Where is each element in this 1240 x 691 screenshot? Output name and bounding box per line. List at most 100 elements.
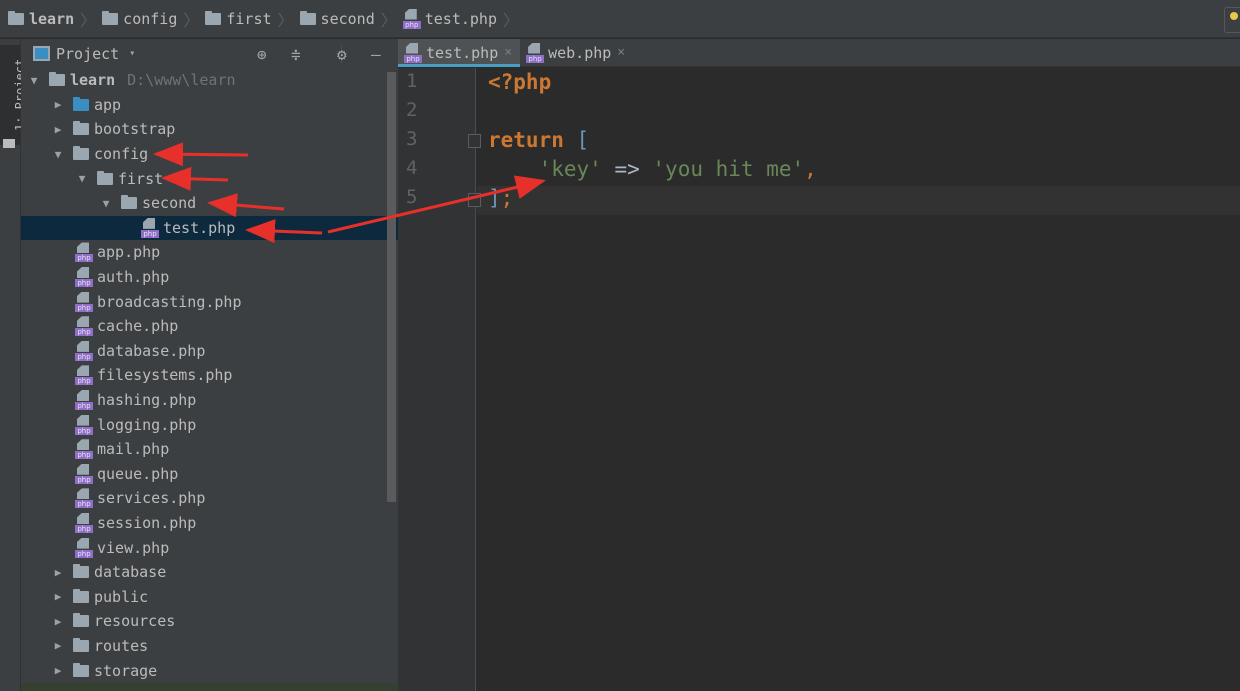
locate-file-icon[interactable]: ⊕ bbox=[257, 45, 267, 64]
expanded-arrow-icon[interactable]: ▼ bbox=[27, 74, 41, 87]
line-number: 5 bbox=[406, 186, 418, 208]
tree-item-database-php[interactable]: php database.php bbox=[21, 339, 398, 364]
breadcrumb-first[interactable]: first 〉 bbox=[205, 7, 299, 31]
tree-item-label: learn bbox=[70, 71, 116, 90]
project-panel: Project ▾ ⊕ ≑ ⚙ — ▼ learn D:\www\learn ▶ app… bbox=[21, 39, 398, 691]
tree-item-database[interactable]: ▶ database bbox=[21, 560, 398, 585]
php-file-icon: php bbox=[75, 537, 93, 558]
tree-item-broadcasting-php[interactable]: php broadcasting.php bbox=[21, 289, 398, 314]
expanded-arrow-icon[interactable]: ▼ bbox=[99, 197, 113, 210]
tree-item-config[interactable]: ▼ config bbox=[21, 142, 398, 167]
tree-item-storage[interactable]: ▶ storage bbox=[21, 658, 398, 683]
tab-web-php[interactable]: php web.php × bbox=[520, 39, 633, 66]
tree-item-mail-php[interactable]: php mail.php bbox=[21, 437, 398, 462]
tree-item-cache-php[interactable]: php cache.php bbox=[21, 314, 398, 339]
tree-item-first[interactable]: ▼ first bbox=[21, 166, 398, 191]
tree-item-auth-php[interactable]: php auth.php bbox=[21, 265, 398, 290]
breadcrumb-test-php[interactable]: php test.php 〉 bbox=[402, 7, 525, 31]
tree-item-view-php[interactable]: php view.php bbox=[21, 535, 398, 560]
tree-item-label: logging.php bbox=[97, 415, 197, 434]
tree-item-label: hashing.php bbox=[97, 391, 197, 410]
tree-item-app-php[interactable]: php app.php bbox=[21, 240, 398, 265]
php-file-icon: php bbox=[75, 267, 93, 288]
tree-item-bootstrap[interactable]: ▶ bootstrap bbox=[21, 117, 398, 142]
breadcrumb-learn[interactable]: learn 〉 bbox=[8, 7, 102, 31]
tree-item-label: database bbox=[94, 563, 167, 582]
tree-item-logging-php[interactable]: php logging.php bbox=[21, 412, 398, 437]
tree-item-label: routes bbox=[94, 636, 149, 655]
php-file-icon: php bbox=[75, 463, 93, 484]
gear-icon[interactable]: ⚙ bbox=[337, 45, 347, 64]
php-file-icon: php bbox=[75, 512, 93, 533]
tool-window-strip: 1: Project bbox=[0, 39, 27, 691]
expanded-arrow-icon[interactable]: ▼ bbox=[51, 148, 65, 161]
breadcrumb-config[interactable]: config 〉 bbox=[102, 7, 205, 31]
tree-item-learn[interactable]: ▼ learn D:\www\learn bbox=[21, 68, 398, 93]
tree-item-test-php[interactable]: php test.php bbox=[21, 215, 398, 241]
toolbar-overflow-icon[interactable] bbox=[1224, 7, 1240, 33]
tree-item-label: resources bbox=[94, 612, 176, 631]
expanded-arrow-icon[interactable]: ▼ bbox=[75, 172, 89, 185]
line-number-gutter: 1 2 3 4 5 bbox=[398, 68, 481, 691]
folder-icon bbox=[8, 10, 24, 25]
folder-icon bbox=[73, 121, 89, 136]
folder-icon bbox=[102, 10, 119, 25]
collapse-all-icon[interactable]: ≑ bbox=[291, 45, 301, 64]
project-path: D:\www\learn bbox=[127, 71, 236, 90]
tree-item-routes[interactable]: ▶ routes bbox=[21, 634, 398, 659]
tree-item-second[interactable]: ▼ second bbox=[21, 191, 398, 216]
php-file-icon: php bbox=[75, 390, 93, 411]
collapsed-arrow-icon[interactable]: ▶ bbox=[51, 123, 65, 136]
tree-item-resources[interactable]: ▶ resources bbox=[21, 609, 398, 634]
tree-item-label: config bbox=[94, 145, 149, 164]
tree-item-label: app bbox=[94, 95, 122, 114]
project-view-selector[interactable]: Project bbox=[56, 45, 119, 63]
collapsed-arrow-icon[interactable]: ▶ bbox=[51, 98, 65, 111]
line-number: 1 bbox=[406, 70, 418, 92]
collapsed-arrow-icon[interactable]: ▶ bbox=[51, 590, 65, 603]
tree-item-label: second bbox=[142, 194, 197, 213]
collapsed-arrow-icon[interactable]: ▶ bbox=[51, 664, 65, 677]
code-line-3: return [ bbox=[488, 128, 590, 152]
chevron-down-icon[interactable]: ▾ bbox=[129, 48, 135, 59]
folder-icon bbox=[49, 72, 65, 87]
hide-panel-icon[interactable]: — bbox=[371, 45, 381, 64]
tree-item-hashing-php[interactable]: php hashing.php bbox=[21, 388, 398, 413]
folder-icon bbox=[3, 139, 15, 148]
tree-item-queue-php[interactable]: php queue.php bbox=[21, 462, 398, 487]
close-icon[interactable]: × bbox=[504, 45, 512, 60]
project-panel-header: Project ▾ ⊕ ≑ ⚙ — bbox=[21, 39, 398, 68]
tree-item-label: public bbox=[94, 587, 149, 606]
tree-item-session-php[interactable]: php session.php bbox=[21, 511, 398, 536]
line-number: 4 bbox=[406, 157, 418, 179]
tree-item-label: mail.php bbox=[97, 440, 170, 459]
tree-item-label: filesystems.php bbox=[97, 366, 233, 385]
tree-item-filesystems-php[interactable]: php filesystems.php bbox=[21, 363, 398, 388]
collapsed-arrow-icon[interactable]: ▶ bbox=[51, 566, 65, 579]
tree-item-services-php[interactable]: php services.php bbox=[21, 486, 398, 511]
tree-item-app[interactable]: ▶ app bbox=[21, 93, 398, 118]
tab-test-php[interactable]: php test.php × bbox=[398, 39, 521, 67]
project-tree: ▼ learn D:\www\learn ▶ app ▶ bootstrap ▼ config ▼… bbox=[21, 68, 398, 683]
breadcrumb-second[interactable]: second 〉 bbox=[299, 7, 403, 31]
folder-icon bbox=[97, 170, 113, 185]
folder-icon bbox=[73, 96, 89, 111]
folder-icon bbox=[73, 662, 89, 677]
fold-end-icon[interactable] bbox=[468, 193, 481, 207]
line-number: 2 bbox=[406, 99, 418, 121]
code-line-1: <?php bbox=[488, 70, 552, 94]
close-icon[interactable]: × bbox=[617, 45, 625, 60]
folder-icon bbox=[73, 564, 89, 579]
tree-scrollbar[interactable] bbox=[387, 72, 396, 502]
fold-marker-icon[interactable] bbox=[468, 134, 481, 148]
code-line-4: 'key' => 'you hit me', bbox=[538, 157, 817, 181]
php-file-icon: php bbox=[75, 439, 93, 460]
collapsed-arrow-icon[interactable]: ▶ bbox=[51, 615, 65, 628]
project-tool-tab[interactable]: 1: Project bbox=[0, 45, 27, 148]
breadcrumb-separator: 〉 bbox=[183, 10, 200, 30]
tree-item-label: services.php bbox=[97, 489, 206, 508]
editor-tabs: php test.php × php web.php × bbox=[398, 39, 1240, 67]
collapsed-arrow-icon[interactable]: ▶ bbox=[51, 639, 65, 652]
folder-icon bbox=[73, 146, 89, 161]
tree-item-public[interactable]: ▶ public bbox=[21, 584, 398, 609]
